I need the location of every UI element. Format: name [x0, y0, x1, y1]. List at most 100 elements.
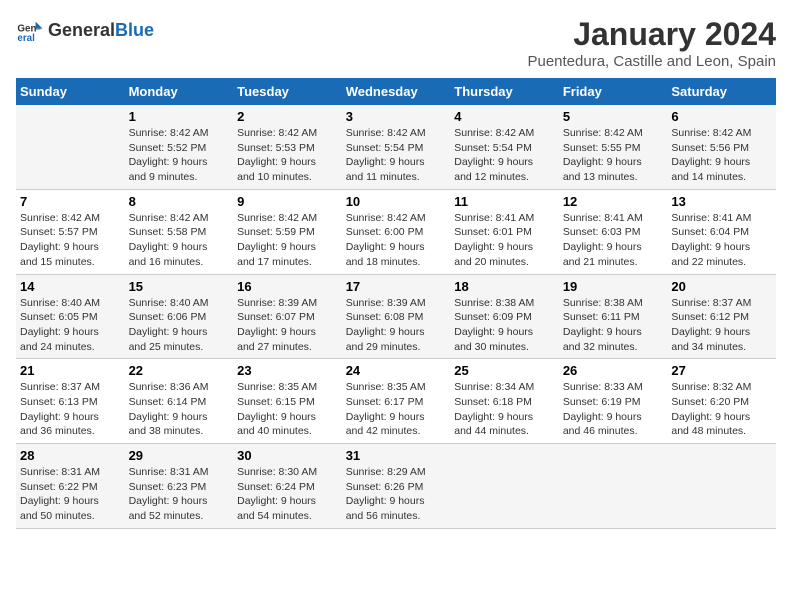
day-detail: Sunrise: 8:37 AMSunset: 6:12 PMDaylight:…: [671, 296, 772, 355]
day-number: 27: [671, 363, 772, 378]
calendar-cell: 2Sunrise: 8:42 AMSunset: 5:53 PMDaylight…: [233, 105, 342, 189]
day-detail: Sunrise: 8:42 AMSunset: 5:53 PMDaylight:…: [237, 126, 338, 185]
day-number: 19: [563, 279, 664, 294]
day-detail: Sunrise: 8:42 AMSunset: 5:56 PMDaylight:…: [671, 126, 772, 185]
location-title: Puentedura, Castille and Leon, Spain: [527, 53, 776, 70]
calendar-table: SundayMondayTuesdayWednesdayThursdayFrid…: [16, 78, 776, 529]
day-number: 13: [671, 194, 772, 209]
calendar-cell: 27 Sunrise: 8:32 AMSunset: 6:20 PMDayligh…: [667, 359, 776, 444]
calendar-cell: 5Sunrise: 8:42 AMSunset: 5:55 PMDaylight…: [559, 105, 668, 189]
calendar-cell: 24 Sunrise: 8:35 AMSunset: 6:17 PMDayligh…: [342, 359, 451, 444]
day-detail: Sunrise: 8:33 AMSunset: 6:19 PMDaylight:…: [563, 380, 664, 439]
day-number: 26: [563, 363, 664, 378]
day-detail: Sunrise: 8:41 AMSunset: 6:03 PMDaylight:…: [563, 211, 664, 270]
day-detail: Sunrise: 8:37 AMSunset: 6:13 PMDaylight:…: [20, 380, 121, 439]
day-detail: Sunrise: 8:42 AMSunset: 5:52 PMDaylight:…: [129, 126, 230, 185]
day-number: 23: [237, 363, 338, 378]
day-detail: Sunrise: 8:35 AMSunset: 6:17 PMDaylight:…: [346, 380, 447, 439]
weekday-tuesday: Tuesday: [233, 78, 342, 105]
calendar-cell: 26 Sunrise: 8:33 AMSunset: 6:19 PMDayligh…: [559, 359, 668, 444]
calendar-cell: 6 Sunrise: 8:42 AMSunset: 5:56 PMDaylight…: [667, 105, 776, 189]
calendar-cell: 17Sunrise: 8:39 AMSunset: 6:08 PMDayligh…: [342, 274, 451, 359]
day-number: 15: [129, 279, 230, 294]
calendar-cell: 10 Sunrise: 8:42 AMSunset: 6:00 PMDayligh…: [342, 189, 451, 274]
calendar-cell: 12 Sunrise: 8:41 AMSunset: 6:03 PMDayligh…: [559, 189, 668, 274]
logo-icon: Gen eral: [16, 16, 44, 44]
day-number: 20: [671, 279, 772, 294]
weekday-wednesday: Wednesday: [342, 78, 451, 105]
logo-wordmark: GeneralBlue: [48, 20, 154, 41]
day-detail: Sunrise: 8:42 AMSunset: 5:57 PMDaylight:…: [20, 211, 121, 270]
day-number: 28: [20, 448, 121, 463]
day-detail: Sunrise: 8:42 AMSunset: 6:00 PMDaylight:…: [346, 211, 447, 270]
calendar-cell: 31 Sunrise: 8:29 AMSunset: 6:26 PMDayligh…: [342, 444, 451, 529]
weekday-sunday: Sunday: [16, 78, 125, 105]
day-detail: Sunrise: 8:36 AMSunset: 6:14 PMDaylight:…: [129, 380, 230, 439]
day-number: 29: [129, 448, 230, 463]
day-detail: Sunrise: 8:35 AMSunset: 6:15 PMDaylight:…: [237, 380, 338, 439]
calendar-cell: 8 Sunrise: 8:42 AMSunset: 5:58 PMDaylight…: [125, 189, 234, 274]
calendar-week-row: 14Sunrise: 8:40 AMSunset: 6:05 PMDayligh…: [16, 274, 776, 359]
day-detail: Sunrise: 8:31 AMSunset: 6:23 PMDaylight:…: [129, 465, 230, 524]
logo-general: General: [48, 20, 115, 40]
calendar-cell: 16Sunrise: 8:39 AMSunset: 6:07 PMDayligh…: [233, 274, 342, 359]
calendar-cell: 14Sunrise: 8:40 AMSunset: 6:05 PMDayligh…: [16, 274, 125, 359]
calendar-cell: 7 Sunrise: 8:42 AMSunset: 5:57 PMDaylight…: [16, 189, 125, 274]
day-number: 12: [563, 194, 664, 209]
calendar-cell: 13 Sunrise: 8:41 AMSunset: 6:04 PMDayligh…: [667, 189, 776, 274]
day-detail: Sunrise: 8:38 AMSunset: 6:09 PMDaylight:…: [454, 296, 555, 355]
calendar-cell: [450, 444, 559, 529]
day-detail: Sunrise: 8:40 AMSunset: 6:05 PMDaylight:…: [20, 296, 121, 355]
day-number: 7: [20, 194, 121, 209]
calendar-cell: 15 Sunrise: 8:40 AMSunset: 6:06 PMDayligh…: [125, 274, 234, 359]
weekday-monday: Monday: [125, 78, 234, 105]
day-number: 10: [346, 194, 447, 209]
day-number: 9: [237, 194, 338, 209]
calendar-cell: 9 Sunrise: 8:42 AMSunset: 5:59 PMDaylight…: [233, 189, 342, 274]
day-number: 11: [454, 194, 555, 209]
calendar-cell: 21Sunrise: 8:37 AMSunset: 6:13 PMDayligh…: [16, 359, 125, 444]
day-detail: Sunrise: 8:40 AMSunset: 6:06 PMDaylight:…: [129, 296, 230, 355]
day-number: 3: [346, 109, 447, 124]
logo-blue: Blue: [115, 20, 154, 40]
day-number: 30: [237, 448, 338, 463]
day-detail: Sunrise: 8:34 AMSunset: 6:18 PMDaylight:…: [454, 380, 555, 439]
day-number: 25: [454, 363, 555, 378]
day-number: 18: [454, 279, 555, 294]
calendar-cell: 28 Sunrise: 8:31 AMSunset: 6:22 PMDayligh…: [16, 444, 125, 529]
day-detail: Sunrise: 8:31 AMSunset: 6:22 PMDaylight:…: [20, 465, 121, 524]
day-number: 24: [346, 363, 447, 378]
month-title: January 2024: [527, 16, 776, 53]
calendar-week-row: 1Sunrise: 8:42 AMSunset: 5:52 PMDaylight…: [16, 105, 776, 189]
day-detail: Sunrise: 8:38 AMSunset: 6:11 PMDaylight:…: [563, 296, 664, 355]
day-detail: Sunrise: 8:42 AMSunset: 5:58 PMDaylight:…: [129, 211, 230, 270]
day-number: 4: [454, 109, 555, 124]
day-detail: Sunrise: 8:32 AMSunset: 6:20 PMDaylight:…: [671, 380, 772, 439]
weekday-thursday: Thursday: [450, 78, 559, 105]
calendar-cell: 23 Sunrise: 8:35 AMSunset: 6:15 PMDayligh…: [233, 359, 342, 444]
day-detail: Sunrise: 8:41 AMSunset: 6:04 PMDaylight:…: [671, 211, 772, 270]
calendar-cell: 20 Sunrise: 8:37 AMSunset: 6:12 PMDayligh…: [667, 274, 776, 359]
day-number: 22: [129, 363, 230, 378]
day-detail: Sunrise: 8:39 AMSunset: 6:08 PMDaylight:…: [346, 296, 447, 355]
calendar-cell: 4 Sunrise: 8:42 AMSunset: 5:54 PMDaylight…: [450, 105, 559, 189]
calendar-cell: 11Sunrise: 8:41 AMSunset: 6:01 PMDayligh…: [450, 189, 559, 274]
day-number: 8: [129, 194, 230, 209]
calendar-cell: 19 Sunrise: 8:38 AMSunset: 6:11 PMDayligh…: [559, 274, 668, 359]
day-detail: Sunrise: 8:42 AMSunset: 5:59 PMDaylight:…: [237, 211, 338, 270]
header: Gen eral GeneralBlue January 2024 Puente…: [16, 16, 776, 70]
weekday-saturday: Saturday: [667, 78, 776, 105]
calendar-cell: 3Sunrise: 8:42 AMSunset: 5:54 PMDaylight…: [342, 105, 451, 189]
weekday-header-row: SundayMondayTuesdayWednesdayThursdayFrid…: [16, 78, 776, 105]
calendar-cell: 1Sunrise: 8:42 AMSunset: 5:52 PMDaylight…: [125, 105, 234, 189]
day-number: 6: [671, 109, 772, 124]
calendar-cell: [667, 444, 776, 529]
day-detail: Sunrise: 8:29 AMSunset: 6:26 PMDaylight:…: [346, 465, 447, 524]
day-detail: Sunrise: 8:42 AMSunset: 5:54 PMDaylight:…: [454, 126, 555, 185]
day-number: 31: [346, 448, 447, 463]
title-area: January 2024 Puentedura, Castille and Le…: [527, 16, 776, 70]
weekday-friday: Friday: [559, 78, 668, 105]
calendar-cell: 29 Sunrise: 8:31 AMSunset: 6:23 PMDayligh…: [125, 444, 234, 529]
day-number: 16: [237, 279, 338, 294]
calendar-cell: [16, 105, 125, 189]
